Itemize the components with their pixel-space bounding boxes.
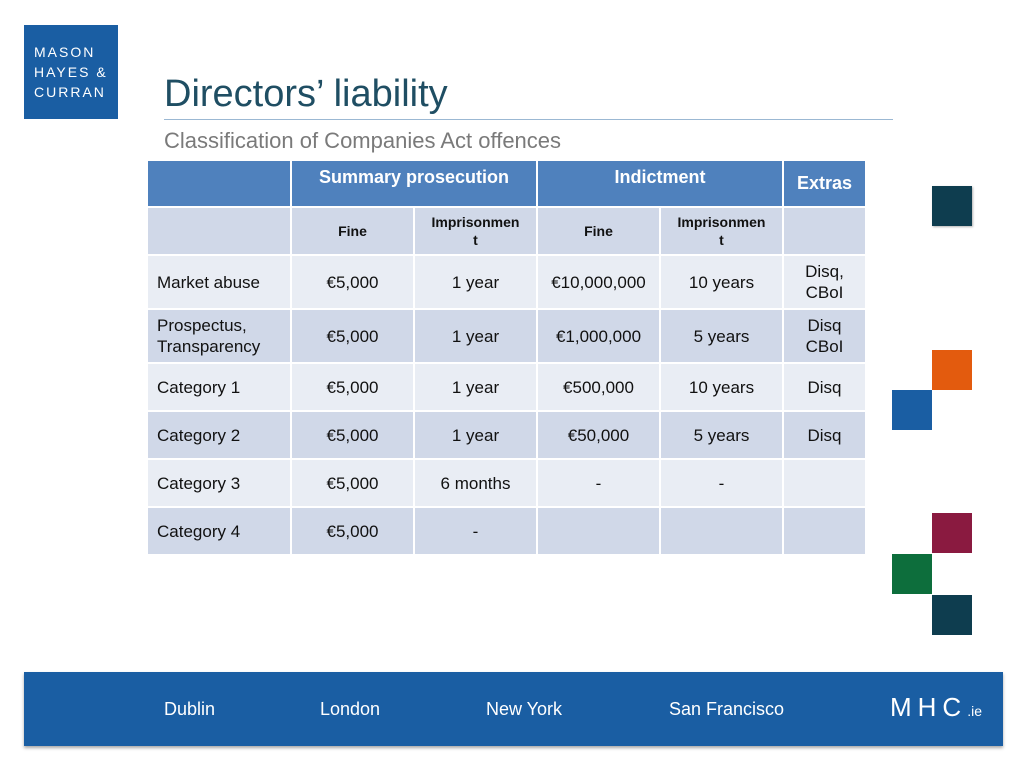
- indictment-fine-cell: -: [538, 460, 659, 506]
- subheader-summary-imprisonment: Imprisonmen t: [415, 208, 536, 254]
- header-blank-cell: [148, 161, 290, 206]
- subheader-summary-fine: Fine: [292, 208, 413, 254]
- footer-city-london: London: [320, 699, 381, 719]
- page-subtitle: Classification of Companies Act offences: [164, 128, 562, 153]
- indictment-imprisonment-cell: [661, 508, 782, 554]
- row-label: Category 4: [148, 508, 290, 554]
- table-row: Category 1 €5,000 1 year €500,000 10 yea…: [148, 364, 865, 410]
- indictment-imprisonment-cell: 10 years: [661, 256, 782, 308]
- header-indictment: Indictment: [538, 161, 782, 206]
- indictment-fine-cell: €10,000,000: [538, 256, 659, 308]
- row-label: Category 1: [148, 364, 290, 410]
- summary-imprisonment-cell: 1 year: [415, 364, 536, 410]
- summary-imprisonment-cell: 1 year: [415, 256, 536, 308]
- summary-fine-cell: €5,000: [292, 508, 413, 554]
- subheader-blank-cell: [148, 208, 290, 254]
- table-group-header-row: Summary prosecution Indictment Extras: [148, 161, 865, 206]
- page-title: Directors’ liability: [164, 73, 448, 115]
- summary-fine-cell: €5,000: [292, 310, 413, 362]
- table-sub-header-row: Fine Imprisonmen t Fine Imprisonmen t: [148, 208, 865, 254]
- table-row: Category 4 €5,000 -: [148, 508, 865, 554]
- table-row: Market abuse €5,000 1 year €10,000,000 1…: [148, 256, 865, 308]
- summary-imprisonment-cell: 6 months: [415, 460, 536, 506]
- decorative-square-teal-bottom: [932, 595, 972, 635]
- table-row: Category 2 €5,000 1 year €50,000 5 years…: [148, 412, 865, 458]
- logo-line-2: HAYES &: [34, 64, 108, 80]
- indictment-fine-cell: €500,000: [538, 364, 659, 410]
- extras-cell: Disq, CBoI: [784, 256, 865, 308]
- indictment-imprisonment-cell: -: [661, 460, 782, 506]
- extras-cell: Disq: [784, 412, 865, 458]
- extras-cell: Disq CBoI: [784, 310, 865, 362]
- summary-fine-cell: €5,000: [292, 256, 413, 308]
- table-row: Prospectus, Transparency €5,000 1 year €…: [148, 310, 865, 362]
- extras-cell: [784, 508, 865, 554]
- row-label: Prospectus, Transparency: [148, 310, 290, 362]
- summary-fine-cell: €5,000: [292, 412, 413, 458]
- decorative-square-teal-top: [932, 186, 972, 226]
- mhc-logo: MASON HAYES & CURRAN: [24, 25, 118, 119]
- footer-city-san-francisco: San Francisco: [669, 699, 785, 719]
- brand-name: MHC: [890, 692, 968, 722]
- logo-line-3: CURRAN: [34, 84, 106, 100]
- extras-cell: [784, 460, 865, 506]
- footer-bar: Dublin London New York San Francisco MHC…: [24, 672, 1003, 746]
- brand-suffix: .ie: [967, 703, 983, 719]
- summary-fine-cell: €5,000: [292, 460, 413, 506]
- summary-fine-cell: €5,000: [292, 364, 413, 410]
- indictment-fine-cell: [538, 508, 659, 554]
- extras-cell: Disq: [784, 364, 865, 410]
- subheader-indictment-fine: Fine: [538, 208, 659, 254]
- indictment-imprisonment-cell: 5 years: [661, 412, 782, 458]
- logo-line-1: MASON: [34, 44, 96, 60]
- summary-imprisonment-cell: 1 year: [415, 412, 536, 458]
- subheader-indictment-imprisonment: Imprisonmen t: [661, 208, 782, 254]
- table-row: Category 3 €5,000 6 months - -: [148, 460, 865, 506]
- footer-brand-logo: MHC.ie: [890, 692, 982, 726]
- summary-imprisonment-cell: 1 year: [415, 310, 536, 362]
- header-summary-prosecution: Summary prosecution: [292, 161, 536, 206]
- indictment-fine-cell: €50,000: [538, 412, 659, 458]
- offences-table: Summary prosecution Indictment Extras Fi…: [146, 159, 867, 556]
- decorative-square-orange: [932, 350, 972, 390]
- subheader-extras-blank: [784, 208, 865, 254]
- footer-city-dublin: Dublin: [164, 699, 216, 719]
- row-label: Category 3: [148, 460, 290, 506]
- row-label: Market abuse: [148, 256, 290, 308]
- indictment-fine-cell: €1,000,000: [538, 310, 659, 362]
- footer-city-new-york: New York: [486, 699, 563, 719]
- decorative-square-maroon: [932, 513, 972, 553]
- title-divider: [164, 119, 893, 120]
- row-label: Category 2: [148, 412, 290, 458]
- decorative-square-blue: [892, 390, 932, 430]
- indictment-imprisonment-cell: 10 years: [661, 364, 782, 410]
- indictment-imprisonment-cell: 5 years: [661, 310, 782, 362]
- decorative-square-green: [892, 554, 932, 594]
- header-extras: Extras: [784, 161, 865, 206]
- summary-imprisonment-cell: -: [415, 508, 536, 554]
